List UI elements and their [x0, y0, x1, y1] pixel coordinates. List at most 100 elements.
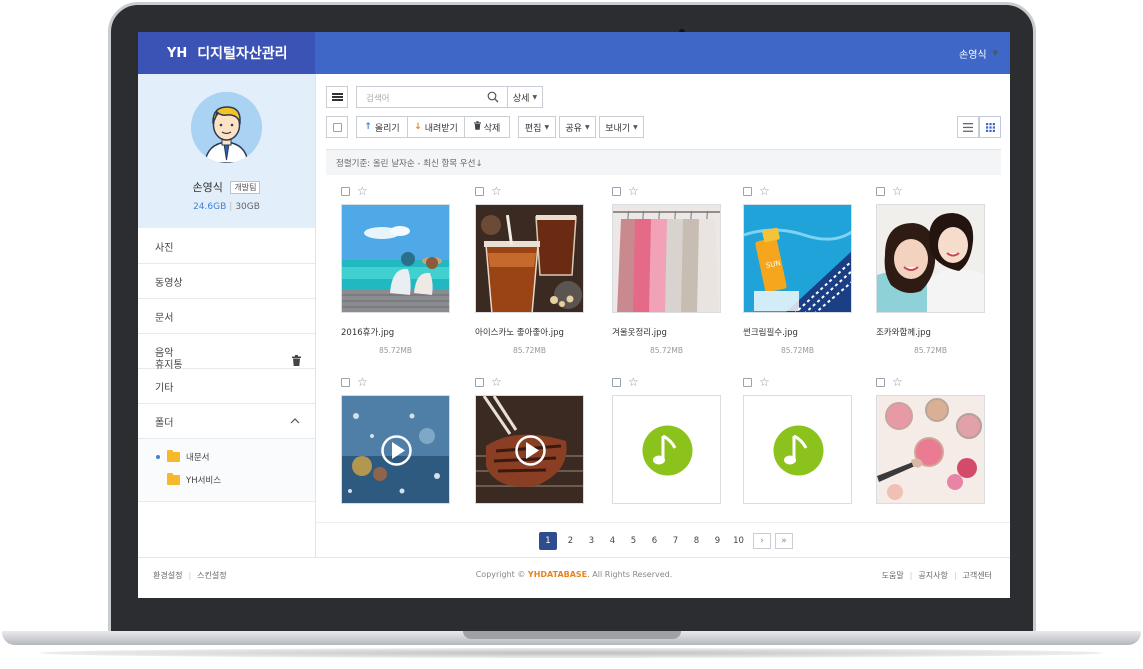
chevron-up-icon[interactable]	[290, 416, 300, 427]
menu-item-photos[interactable]: 사진	[138, 229, 315, 264]
star-icon[interactable]: ☆	[628, 376, 639, 388]
file-size: 85.72MB	[512, 346, 547, 355]
star-icon[interactable]: ☆	[759, 185, 770, 197]
folder-item[interactable]: 내문서	[156, 450, 210, 463]
list-view-button[interactable]	[957, 116, 979, 138]
footer-link-notice[interactable]: 공지사항	[918, 571, 947, 580]
file-checkbox[interactable]	[341, 377, 350, 387]
file-checkbox[interactable]	[612, 186, 621, 196]
file-checkbox[interactable]	[475, 186, 484, 196]
file-card[interactable]: ☆ 조카와함께.jpg 85.72MB	[876, 185, 996, 361]
file-checkbox[interactable]	[341, 186, 350, 196]
star-icon[interactable]: ☆	[892, 376, 903, 388]
main-content: 검색어 상세 ▼ ↑ 올리기 ↓ 내려받기 삭제 편집 ▼ 공유 ▼ 보내기 ▼ 정	[316, 74, 1010, 557]
file-card[interactable]: ☆ SUN 썬크림필수.jpg 85.72MB	[743, 185, 863, 361]
file-card[interactable]: ☆ 아이스카노 좋아좋아.jpg 85.72MB	[475, 185, 595, 361]
file-name[interactable]: 겨울옷정리.jpg	[612, 326, 667, 338]
delete-button[interactable]: 삭제	[464, 116, 510, 138]
copyright-suffix: . All Rights Reserved.	[587, 570, 673, 579]
user-menu[interactable]: 손영식 ▼	[959, 32, 998, 74]
detail-search-button[interactable]: 상세 ▼	[507, 86, 543, 108]
menu-item-documents[interactable]: 문서	[138, 299, 315, 334]
file-checkbox[interactable]	[876, 186, 885, 196]
star-icon[interactable]: ☆	[491, 376, 502, 388]
folder-icon	[167, 450, 180, 462]
storage-total: 30GB	[235, 202, 260, 212]
star-icon[interactable]: ☆	[357, 185, 368, 197]
last-page-icon[interactable]: »	[775, 533, 793, 549]
share-label: 공유	[565, 123, 582, 134]
image-thumbnail[interactable]	[876, 204, 985, 313]
trash-item[interactable]: 휴지통	[138, 344, 315, 382]
page-number[interactable]: 3	[581, 532, 602, 550]
page-number[interactable]: 8	[686, 532, 707, 550]
send-dropdown[interactable]: 보내기 ▼	[599, 116, 644, 138]
folder-label: 내문서	[186, 453, 210, 463]
sort-label: 정렬기준: 올린 날자순 - 최신 항목 우선↓	[336, 158, 483, 169]
arrow-up-icon: ↑	[364, 122, 372, 132]
app-screen: YH 디지털자산관리 손영식 ▼ 손영식 개발팀 24.6GB | 30GB 사…	[138, 32, 1010, 598]
file-checkbox[interactable]	[876, 377, 885, 387]
footer-link-help[interactable]: 도움말	[882, 571, 904, 580]
file-checkbox[interactable]	[743, 186, 752, 196]
menu-label: 폴더	[155, 417, 174, 429]
image-thumbnail[interactable]	[341, 204, 450, 313]
storage-usage: 24.6GB | 30GB	[193, 202, 260, 212]
folder-item[interactable]: YH서비스	[156, 473, 221, 486]
select-all-checkbox[interactable]	[326, 116, 348, 138]
share-dropdown[interactable]: 공유 ▼	[559, 116, 596, 138]
user-name: 손영식	[959, 49, 987, 61]
search-icon[interactable]	[487, 91, 499, 106]
grid-view-button[interactable]	[979, 116, 1001, 138]
download-button[interactable]: ↓ 내려받기	[407, 116, 465, 138]
file-card[interactable]: ☆	[341, 185, 461, 361]
star-icon[interactable]: ☆	[628, 185, 639, 197]
brand[interactable]: YH 디지털자산관리	[138, 32, 315, 74]
storage-used: 24.6GB	[193, 202, 227, 212]
file-checkbox[interactable]	[475, 377, 484, 387]
star-icon[interactable]: ☆	[357, 376, 368, 388]
edit-dropdown[interactable]: 편집 ▼	[518, 116, 556, 138]
search-box[interactable]: 검색어	[356, 86, 508, 108]
menu-label: 문서	[155, 312, 174, 324]
sort-bar[interactable]: 정렬기준: 올린 날자순 - 최신 항목 우선↓	[326, 149, 1001, 175]
music-thumbnail[interactable]	[612, 395, 721, 504]
page-number[interactable]: 1	[539, 532, 557, 550]
video-thumbnail[interactable]	[341, 395, 450, 504]
file-name[interactable]: 조카와함께.jpg	[876, 326, 931, 338]
menu-item-folders[interactable]: 폴더	[138, 404, 315, 439]
menu-item-videos[interactable]: 동영상	[138, 264, 315, 299]
file-name[interactable]: 썬크림필수.jpg	[743, 326, 798, 338]
file-checkbox[interactable]	[743, 377, 752, 387]
star-icon[interactable]: ☆	[759, 376, 770, 388]
grid-icon	[985, 122, 995, 132]
file-checkbox[interactable]	[612, 377, 621, 387]
menu-toggle-button[interactable]	[326, 86, 348, 108]
page-number[interactable]: 2	[560, 532, 581, 550]
upload-button[interactable]: ↑ 올리기	[356, 116, 408, 138]
team-badge: 개발팀	[230, 181, 261, 194]
footer-link-support[interactable]: 고객센터	[963, 571, 992, 580]
image-thumbnail[interactable]	[475, 204, 584, 313]
page-number[interactable]: 9	[707, 532, 728, 550]
image-thumbnail[interactable]: SUN	[743, 204, 852, 313]
image-thumbnail[interactable]	[876, 395, 985, 504]
star-icon[interactable]: ☆	[892, 185, 903, 197]
file-name[interactable]: 2016휴가.jpg	[341, 326, 394, 338]
search-input[interactable]: 검색어	[366, 92, 389, 104]
file-name[interactable]: 아이스카노 좋아좋아.jpg	[475, 326, 564, 338]
star-icon[interactable]: ☆	[491, 185, 502, 197]
page-number[interactable]: 10	[728, 532, 749, 550]
next-page-icon[interactable]: ›	[753, 533, 771, 549]
file-card[interactable]: ☆ 겨울옷정리.jpg 85.72MB	[612, 185, 732, 361]
page-number[interactable]: 6	[644, 532, 665, 550]
music-thumbnail[interactable]	[743, 395, 852, 504]
menu-label: 사진	[155, 242, 174, 254]
video-thumbnail[interactable]	[475, 395, 584, 504]
image-thumbnail[interactable]	[612, 204, 721, 313]
trash-icon[interactable]	[292, 355, 301, 369]
page-number[interactable]: 5	[623, 532, 644, 550]
sidebar: 손영식 개발팀 24.6GB|30GB 사진 동영상 문서 음악 기타 폴더	[138, 74, 316, 557]
page-number[interactable]: 7	[665, 532, 686, 550]
page-number[interactable]: 4	[602, 532, 623, 550]
